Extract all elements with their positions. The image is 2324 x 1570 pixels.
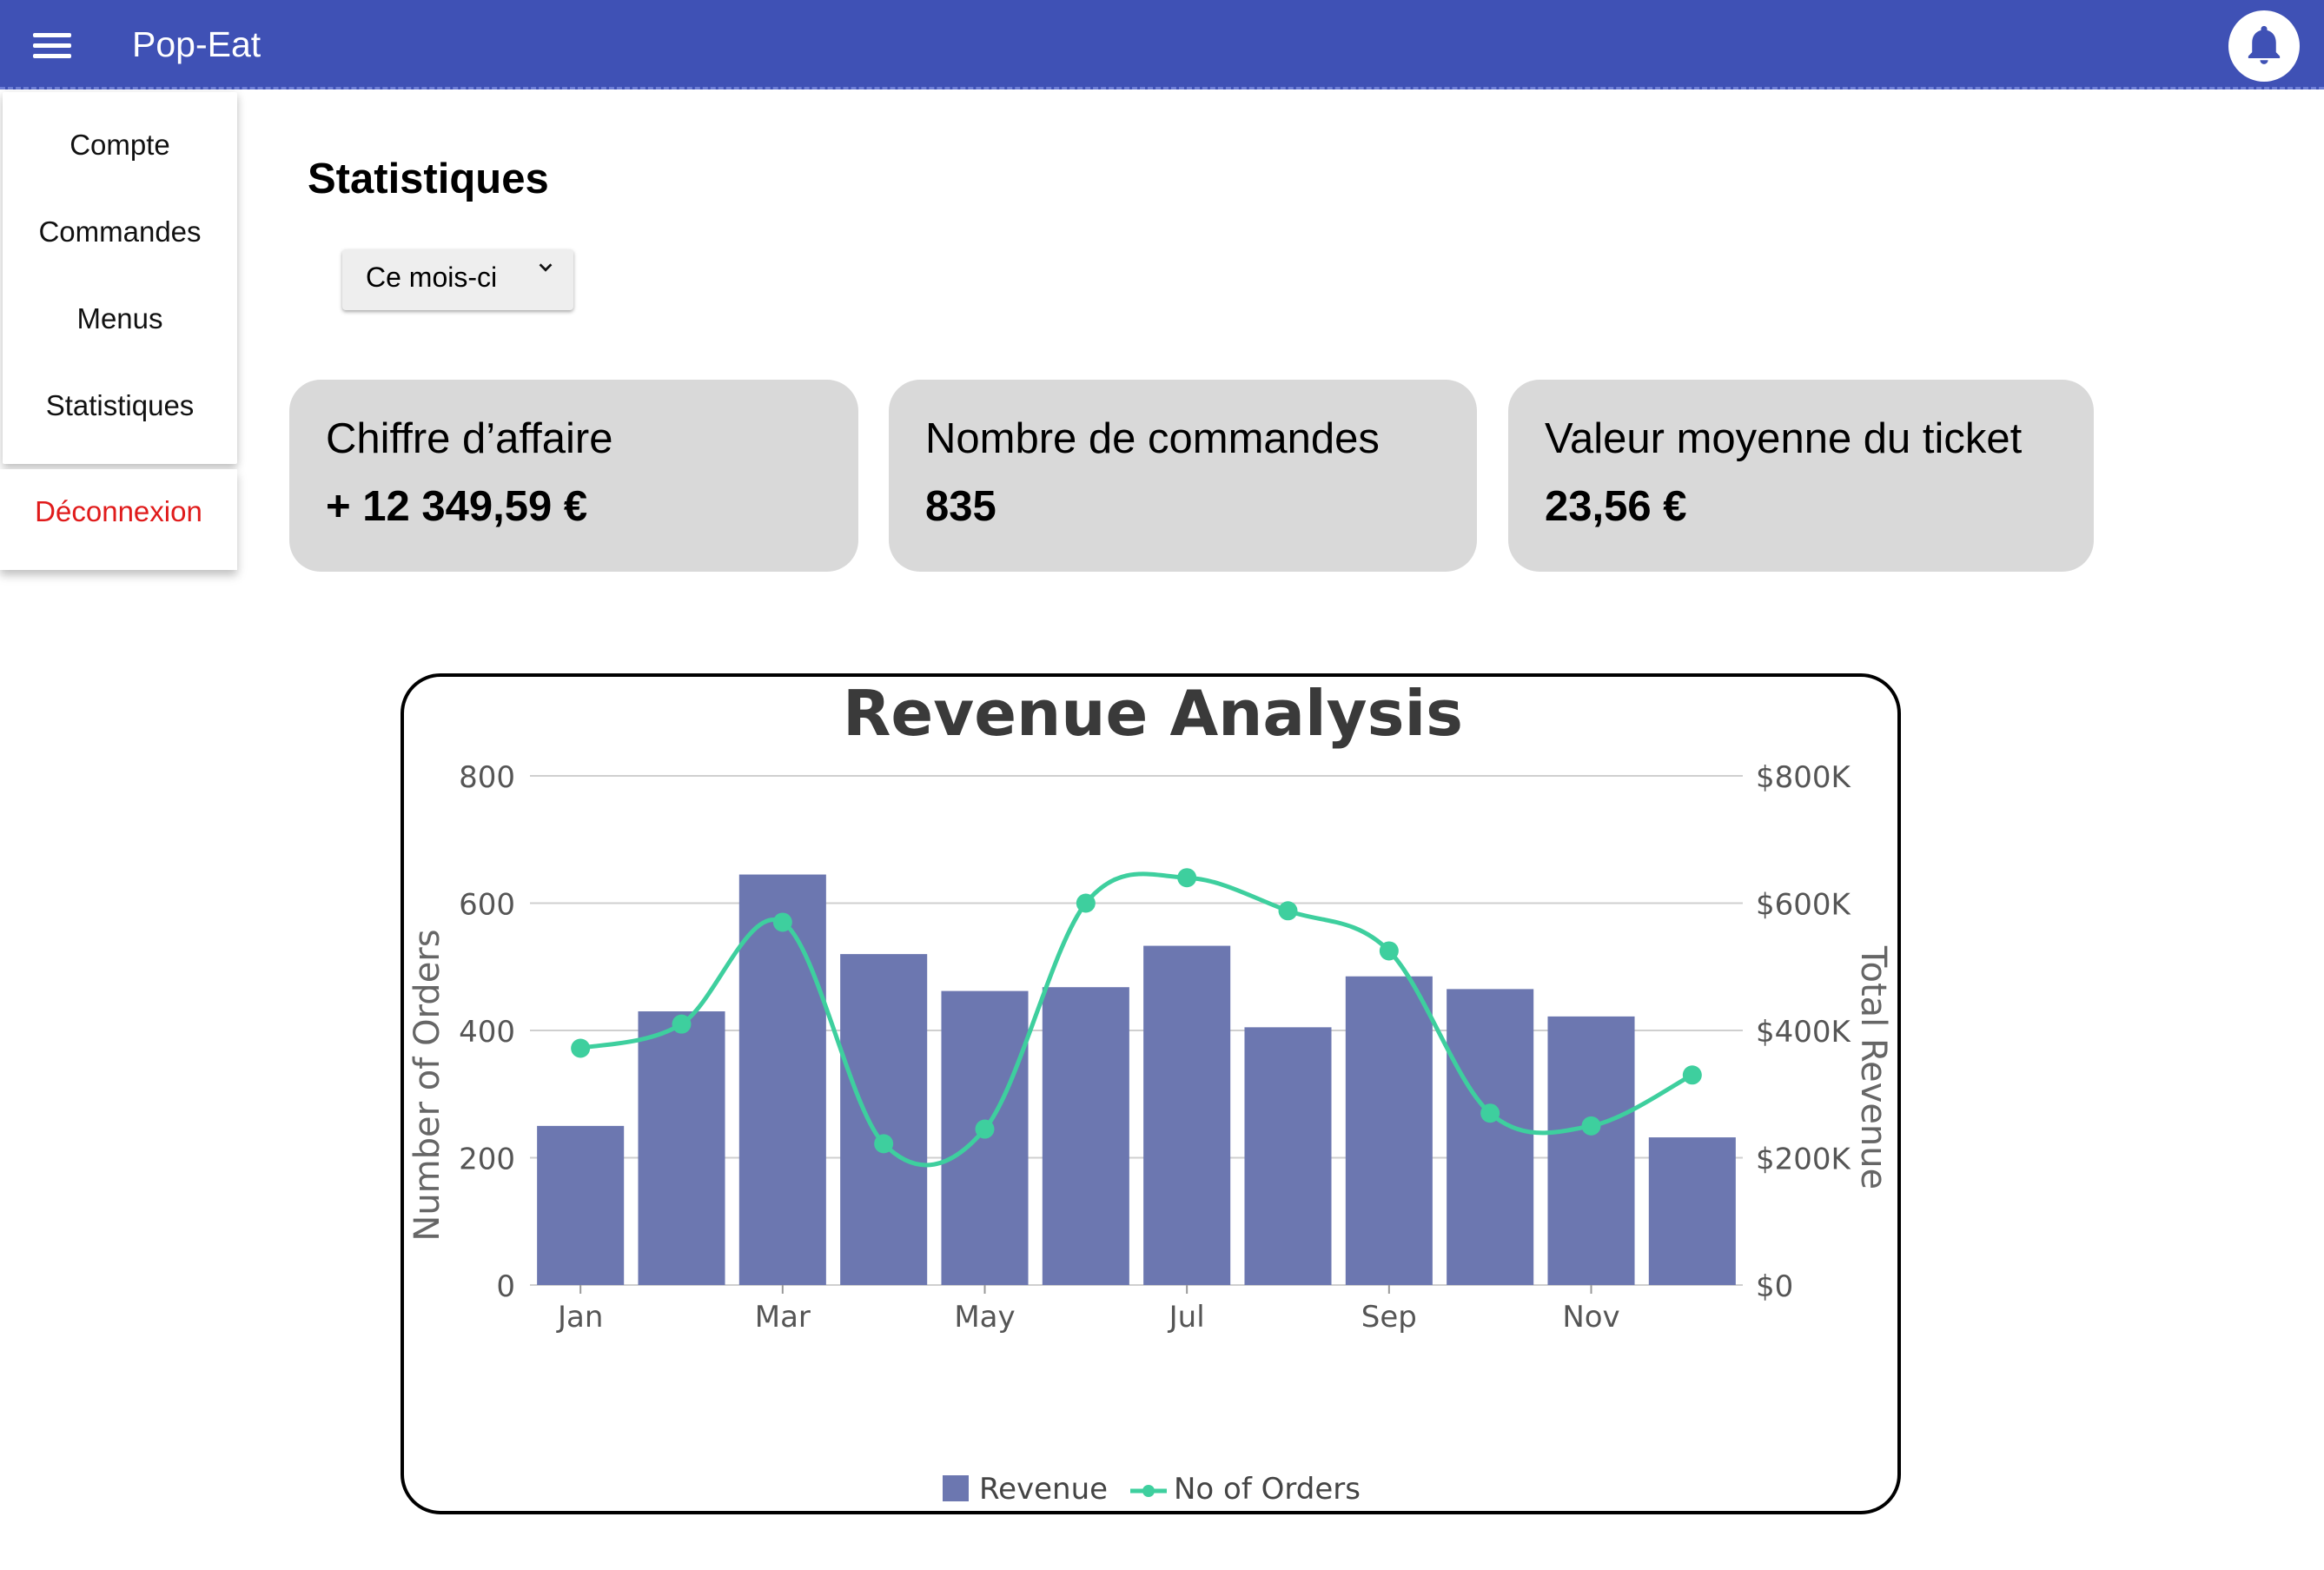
x-tick-label: Sep: [1361, 1300, 1417, 1335]
y-tick-label: 600: [459, 888, 515, 923]
avg-ticket-card: Valeur moyenne du ticket 23,56 €: [1508, 380, 2094, 572]
y-tick-label: 800: [459, 760, 515, 795]
y2-tick-label: $0: [1756, 1269, 1793, 1304]
revenue-bar: [1547, 1016, 1635, 1285]
orders-point: [571, 1038, 591, 1058]
logout-button[interactable]: Déconnexion: [0, 495, 237, 528]
revenue-bar: [638, 1011, 725, 1285]
orders-point: [672, 1014, 692, 1034]
hamburger-icon[interactable]: [33, 33, 71, 59]
orders-point: [874, 1134, 894, 1154]
orders-point: [1581, 1116, 1601, 1136]
legend-revenue-label: Revenue: [979, 1472, 1108, 1507]
y-tick-label: 400: [459, 1015, 515, 1050]
legend-orders-marker: [1142, 1485, 1155, 1497]
revenue-bar: [1244, 1027, 1332, 1285]
revenue-chart: 0 200 400 600 800 $0 $200K $400K $600K $800K Jan Ma…: [407, 677, 1893, 1507]
x-tick-label: Jan: [556, 1300, 603, 1335]
legend-revenue-swatch: [943, 1475, 969, 1501]
revenue-bar: [1143, 945, 1231, 1285]
menu-item-menus[interactable]: Menus: [3, 302, 237, 335]
logout-panel: Déconnexion: [0, 469, 237, 570]
orders-point: [1278, 901, 1298, 921]
orders-point: [1177, 868, 1197, 888]
revenue-card-value: + 12 349,59 €: [326, 483, 588, 530]
revenue-bar: [1042, 987, 1129, 1285]
y2-axis-label: Total Revenue: [1853, 945, 1893, 1189]
menu-item-statistiques[interactable]: Statistiques: [3, 389, 237, 422]
menu-item-commandes[interactable]: Commandes: [3, 215, 237, 248]
legend-orders-label: No of Orders: [1174, 1472, 1361, 1507]
y-tick-label: 200: [459, 1143, 515, 1177]
revenue-bar: [1648, 1137, 1736, 1285]
revenue-chart-container: 0 200 400 600 800 $0 $200K $400K $600K $800K Jan Ma…: [401, 673, 1901, 1514]
x-tick-label: Mar: [755, 1300, 811, 1335]
chevron-down-icon: [539, 263, 553, 272]
app-bar: Pop-Eat: [0, 0, 2324, 89]
revenue-bar: [1345, 976, 1433, 1285]
page-title: Statistiques: [308, 156, 549, 202]
orders-point: [772, 912, 792, 932]
orders-point: [975, 1119, 995, 1139]
side-menu: Compte Commandes Menus Statistiques: [3, 92, 237, 464]
orders-point: [1379, 941, 1399, 961]
orders-point: [1480, 1103, 1500, 1123]
x-tick-label: Nov: [1562, 1300, 1619, 1335]
period-select[interactable]: Ce mois-ci: [342, 249, 573, 310]
y2-tick-label: $800K: [1756, 760, 1852, 795]
avg-ticket-card-label: Valeur moyenne du ticket: [1545, 415, 2023, 462]
y2-tick-label: $600K: [1756, 888, 1852, 923]
orders-point: [1682, 1065, 1702, 1085]
revenue-bar: [537, 1125, 625, 1285]
y-axis-label: Number of Orders: [407, 929, 447, 1241]
x-tick-label: May: [954, 1300, 1015, 1335]
y2-tick-label: $200K: [1756, 1143, 1852, 1177]
revenue-bar: [840, 954, 928, 1285]
avg-ticket-card-value: 23,56 €: [1545, 483, 1687, 530]
app-title: Pop-Eat: [132, 24, 262, 64]
revenue-bar: [738, 874, 826, 1285]
y-tick-label: 0: [496, 1269, 515, 1304]
chart-title: Revenue Analysis: [843, 677, 1463, 750]
orders-card-value: 835: [925, 483, 996, 530]
bell-icon: [2248, 25, 2281, 64]
orders-point: [1076, 893, 1096, 913]
period-select-value: Ce mois-ci: [366, 262, 498, 293]
y2-tick-label: $400K: [1756, 1015, 1852, 1050]
revenue-card-label: Chiffre d’affaire: [326, 415, 613, 462]
revenue-bar: [1447, 989, 1534, 1285]
x-tick-label: Jul: [1168, 1300, 1205, 1335]
notifications-button[interactable]: [2228, 10, 2300, 82]
menu-item-compte[interactable]: Compte: [3, 129, 237, 162]
chart-legend: Revenue No of Orders: [943, 1472, 1361, 1507]
orders-card: Nombre de commandes 835: [889, 380, 1477, 572]
orders-card-label: Nombre de commandes: [925, 415, 1380, 462]
revenue-card: Chiffre d’affaire + 12 349,59 €: [289, 380, 858, 572]
